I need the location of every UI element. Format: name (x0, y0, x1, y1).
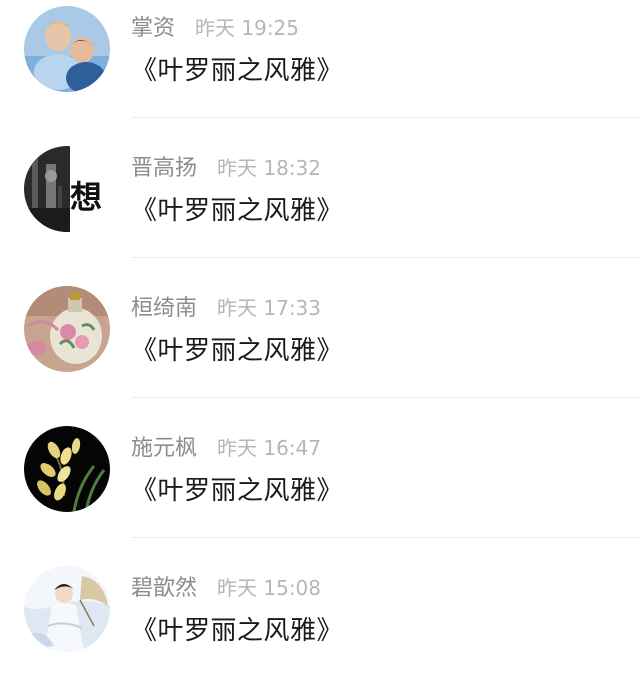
comment-text: 《叶罗丽之风雅》 (131, 56, 344, 86)
timestamp: 昨天 19:25 (195, 15, 300, 40)
comment-header: 施元枫 昨天 16:47 (131, 430, 321, 462)
comment-item[interactable]: 桓绮南 昨天 17:33 《叶罗丽之风雅》 (0, 280, 640, 420)
comment-item[interactable]: 掌资 昨天 19:25 《叶罗丽之风雅》 (0, 0, 640, 140)
comment-header: 晋高扬 昨天 18:32 (131, 150, 321, 182)
user-name[interactable]: 桓绮南 (131, 290, 197, 322)
comment-text: 《叶罗丽之风雅》 (131, 616, 344, 646)
timestamp: 昨天 16:47 (217, 435, 322, 460)
divider (131, 117, 640, 118)
comment-item[interactable]: 施元枫 昨天 16:47 《叶罗丽之风雅》 (0, 420, 640, 560)
comment-text: 《叶罗丽之风雅》 (131, 196, 344, 226)
comment-header: 桓绮南 昨天 17:33 (131, 290, 321, 322)
comment-list: 掌资 昨天 19:25 《叶罗丽之风雅》 晋高扬 昨天 18:32 《叶罗丽之风… (0, 0, 640, 659)
divider (131, 397, 640, 398)
orchid-flower-avatar[interactable] (24, 426, 110, 512)
couple-photo-avatar[interactable] (24, 6, 110, 92)
comment-header: 碧歆然 昨天 15:08 (131, 570, 321, 602)
porcelain-vase-avatar[interactable] (24, 286, 110, 372)
umbrella-girl-avatar[interactable] (24, 566, 110, 652)
user-name[interactable]: 掌资 (131, 10, 175, 42)
comment-text: 《叶罗丽之风雅》 (131, 336, 344, 366)
timestamp: 昨天 15:08 (217, 575, 322, 600)
comment-text: 《叶罗丽之风雅》 (131, 476, 344, 506)
user-name[interactable]: 施元枫 (131, 430, 197, 462)
timestamp: 昨天 17:33 (217, 295, 322, 320)
divider (131, 257, 640, 258)
comment-item[interactable]: 碧歆然 昨天 15:08 《叶罗丽之风雅》 (0, 560, 640, 700)
timestamp: 昨天 18:32 (217, 155, 322, 180)
avatar-overlay-text: 想 (70, 178, 103, 216)
comment-header: 掌资 昨天 19:25 (131, 10, 299, 42)
divider (131, 537, 640, 538)
user-name[interactable]: 碧歆然 (131, 570, 197, 602)
user-name[interactable]: 晋高扬 (131, 150, 197, 182)
